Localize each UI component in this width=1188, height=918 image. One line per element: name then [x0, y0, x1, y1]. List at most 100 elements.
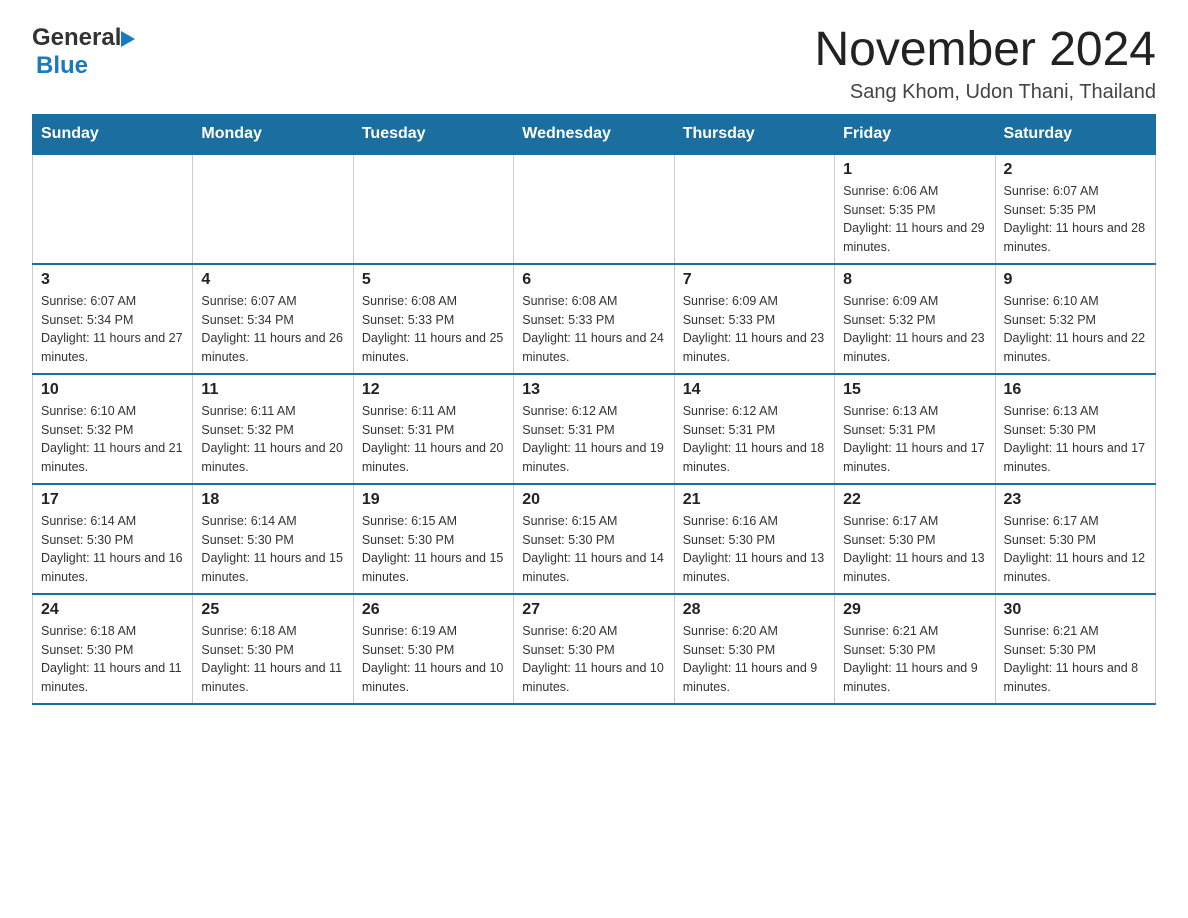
calendar-week-row: 3Sunrise: 6:07 AM Sunset: 5:34 PM Daylig…	[33, 264, 1156, 374]
day-number: 19	[362, 491, 505, 509]
day-number: 24	[41, 601, 184, 619]
day-info: Sunrise: 6:21 AM Sunset: 5:30 PM Dayligh…	[843, 622, 986, 697]
day-info: Sunrise: 6:15 AM Sunset: 5:30 PM Dayligh…	[522, 512, 665, 587]
col-header-thursday: Thursday	[674, 114, 834, 154]
calendar-cell	[353, 154, 513, 264]
day-info: Sunrise: 6:10 AM Sunset: 5:32 PM Dayligh…	[1004, 292, 1147, 367]
calendar-table: SundayMondayTuesdayWednesdayThursdayFrid…	[32, 114, 1156, 705]
day-number: 27	[522, 601, 665, 619]
day-info: Sunrise: 6:11 AM Sunset: 5:32 PM Dayligh…	[201, 402, 344, 477]
col-header-friday: Friday	[835, 114, 995, 154]
day-info: Sunrise: 6:21 AM Sunset: 5:30 PM Dayligh…	[1004, 622, 1147, 697]
calendar-cell: 16 Sunrise: 6:13 AM Sunset: 5:30 PM Dayli…	[995, 374, 1155, 484]
page-header: General Blue November 2024 Sang Khom, Ud…	[32, 24, 1156, 104]
calendar-cell	[514, 154, 674, 264]
day-number: 8	[843, 271, 986, 289]
logo-arrow-icon	[121, 31, 135, 47]
day-info: Sunrise: 6:07 AM Sunset: 5:35 PM Dayligh…	[1004, 182, 1147, 257]
day-number: 11	[201, 381, 344, 399]
day-info: Sunrise: 6:19 AM Sunset: 5:30 PM Dayligh…	[362, 622, 505, 697]
calendar-cell: 13 Sunrise: 6:12 AM Sunset: 5:31 PM Dayli…	[514, 374, 674, 484]
day-number: 20	[522, 491, 665, 509]
calendar-cell: 27Sunrise: 6:20 AM Sunset: 5:30 PM Dayli…	[514, 594, 674, 704]
day-number: 7	[683, 271, 826, 289]
calendar-week-row: 24Sunrise: 6:18 AM Sunset: 5:30 PM Dayli…	[33, 594, 1156, 704]
day-number: 4	[201, 271, 344, 289]
day-info: Sunrise: 6:14 AM Sunset: 5:30 PM Dayligh…	[41, 512, 184, 587]
day-info: Sunrise: 6:08 AM Sunset: 5:33 PM Dayligh…	[522, 292, 665, 367]
location-subtitle: Sang Khom, Udon Thani, Thailand	[814, 81, 1156, 104]
day-number: 21	[683, 491, 826, 509]
day-info: Sunrise: 6:06 AM Sunset: 5:35 PM Dayligh…	[843, 182, 986, 257]
calendar-cell: 4 Sunrise: 6:07 AM Sunset: 5:34 PM Daylig…	[193, 264, 353, 374]
calendar-cell: 19 Sunrise: 6:15 AM Sunset: 5:30 PM Dayli…	[353, 484, 513, 594]
day-number: 29	[843, 601, 986, 619]
day-number: 14	[683, 381, 826, 399]
day-info: Sunrise: 6:10 AM Sunset: 5:32 PM Dayligh…	[41, 402, 184, 477]
day-number: 13	[522, 381, 665, 399]
calendar-week-row: 1 Sunrise: 6:06 AM Sunset: 5:35 PM Daylig…	[33, 154, 1156, 264]
calendar-cell: 2 Sunrise: 6:07 AM Sunset: 5:35 PM Daylig…	[995, 154, 1155, 264]
calendar-cell: 5Sunrise: 6:08 AM Sunset: 5:33 PM Daylig…	[353, 264, 513, 374]
calendar-cell: 20 Sunrise: 6:15 AM Sunset: 5:30 PM Dayli…	[514, 484, 674, 594]
day-info: Sunrise: 6:13 AM Sunset: 5:31 PM Dayligh…	[843, 402, 986, 477]
calendar-cell: 26 Sunrise: 6:19 AM Sunset: 5:30 PM Dayli…	[353, 594, 513, 704]
calendar-week-row: 10 Sunrise: 6:10 AM Sunset: 5:32 PM Dayli…	[33, 374, 1156, 484]
calendar-cell: 1 Sunrise: 6:06 AM Sunset: 5:35 PM Daylig…	[835, 154, 995, 264]
day-info: Sunrise: 6:15 AM Sunset: 5:30 PM Dayligh…	[362, 512, 505, 587]
day-info: Sunrise: 6:09 AM Sunset: 5:32 PM Dayligh…	[843, 292, 986, 367]
calendar-cell: 3Sunrise: 6:07 AM Sunset: 5:34 PM Daylig…	[33, 264, 193, 374]
calendar-cell: 25Sunrise: 6:18 AM Sunset: 5:30 PM Dayli…	[193, 594, 353, 704]
calendar-cell	[33, 154, 193, 264]
calendar-cell: 11 Sunrise: 6:11 AM Sunset: 5:32 PM Dayli…	[193, 374, 353, 484]
calendar-cell: 28 Sunrise: 6:20 AM Sunset: 5:30 PM Dayli…	[674, 594, 834, 704]
title-block: November 2024 Sang Khom, Udon Thani, Tha…	[814, 24, 1156, 104]
calendar-cell: 23Sunrise: 6:17 AM Sunset: 5:30 PM Dayli…	[995, 484, 1155, 594]
day-info: Sunrise: 6:13 AM Sunset: 5:30 PM Dayligh…	[1004, 402, 1147, 477]
logo-general: General	[32, 24, 121, 52]
col-header-saturday: Saturday	[995, 114, 1155, 154]
day-number: 16	[1004, 381, 1147, 399]
day-number: 30	[1004, 601, 1147, 619]
day-info: Sunrise: 6:17 AM Sunset: 5:30 PM Dayligh…	[1004, 512, 1147, 587]
calendar-cell: 18 Sunrise: 6:14 AM Sunset: 5:30 PM Dayli…	[193, 484, 353, 594]
calendar-cell: 17 Sunrise: 6:14 AM Sunset: 5:30 PM Dayli…	[33, 484, 193, 594]
day-number: 9	[1004, 271, 1147, 289]
calendar-cell: 14 Sunrise: 6:12 AM Sunset: 5:31 PM Dayli…	[674, 374, 834, 484]
day-info: Sunrise: 6:20 AM Sunset: 5:30 PM Dayligh…	[683, 622, 826, 697]
day-info: Sunrise: 6:12 AM Sunset: 5:31 PM Dayligh…	[522, 402, 665, 477]
day-number: 26	[362, 601, 505, 619]
day-info: Sunrise: 6:14 AM Sunset: 5:30 PM Dayligh…	[201, 512, 344, 587]
calendar-cell: 10 Sunrise: 6:10 AM Sunset: 5:32 PM Dayli…	[33, 374, 193, 484]
day-number: 12	[362, 381, 505, 399]
calendar-header-row: SundayMondayTuesdayWednesdayThursdayFrid…	[33, 114, 1156, 154]
day-info: Sunrise: 6:07 AM Sunset: 5:34 PM Dayligh…	[201, 292, 344, 367]
col-header-monday: Monday	[193, 114, 353, 154]
day-info: Sunrise: 6:07 AM Sunset: 5:34 PM Dayligh…	[41, 292, 184, 367]
day-info: Sunrise: 6:12 AM Sunset: 5:31 PM Dayligh…	[683, 402, 826, 477]
day-number: 5	[362, 271, 505, 289]
calendar-cell: 9 Sunrise: 6:10 AM Sunset: 5:32 PM Daylig…	[995, 264, 1155, 374]
col-header-tuesday: Tuesday	[353, 114, 513, 154]
col-header-sunday: Sunday	[33, 114, 193, 154]
calendar-cell: 8 Sunrise: 6:09 AM Sunset: 5:32 PM Daylig…	[835, 264, 995, 374]
calendar-cell: 7Sunrise: 6:09 AM Sunset: 5:33 PM Daylig…	[674, 264, 834, 374]
day-number: 10	[41, 381, 184, 399]
day-info: Sunrise: 6:16 AM Sunset: 5:30 PM Dayligh…	[683, 512, 826, 587]
calendar-cell: 21 Sunrise: 6:16 AM Sunset: 5:30 PM Dayli…	[674, 484, 834, 594]
logo-blue: Blue	[36, 52, 88, 79]
day-number: 1	[843, 161, 986, 179]
day-number: 17	[41, 491, 184, 509]
calendar-cell: 24Sunrise: 6:18 AM Sunset: 5:30 PM Dayli…	[33, 594, 193, 704]
day-number: 25	[201, 601, 344, 619]
calendar-cell: 6 Sunrise: 6:08 AM Sunset: 5:33 PM Daylig…	[514, 264, 674, 374]
day-number: 18	[201, 491, 344, 509]
day-number: 2	[1004, 161, 1147, 179]
day-number: 6	[522, 271, 665, 289]
calendar-cell: 30 Sunrise: 6:21 AM Sunset: 5:30 PM Dayli…	[995, 594, 1155, 704]
calendar-cell: 15 Sunrise: 6:13 AM Sunset: 5:31 PM Dayli…	[835, 374, 995, 484]
calendar-cell	[193, 154, 353, 264]
day-number: 28	[683, 601, 826, 619]
day-number: 15	[843, 381, 986, 399]
calendar-cell: 29 Sunrise: 6:21 AM Sunset: 5:30 PM Dayli…	[835, 594, 995, 704]
